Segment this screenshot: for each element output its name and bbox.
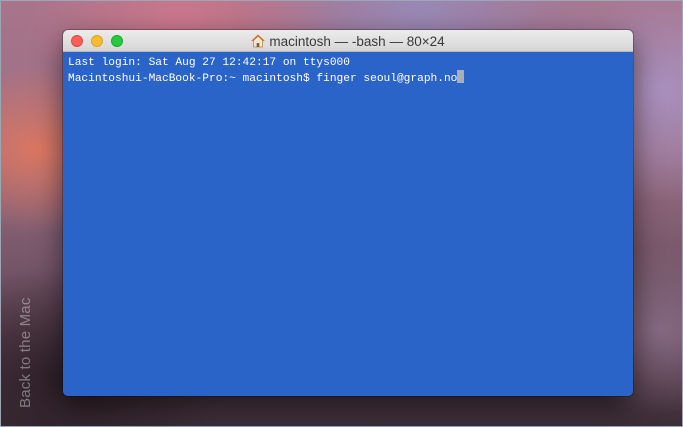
watermark-text: Back to the Mac [17, 297, 34, 408]
terminal-line-prompt[interactable]: Macintoshui-MacBook-Pro:~ macintosh$ fin… [68, 70, 628, 85]
terminal-command-text: Macintoshui-MacBook-Pro:~ macintosh$ fin… [68, 73, 458, 85]
window-titlebar[interactable]: macintosh — -bash — 80×24 [63, 30, 633, 52]
terminal-line-login: Last login: Sat Aug 27 12:42:17 on ttys0… [68, 57, 350, 69]
window-title: macintosh — -bash — 80×24 [269, 33, 445, 49]
home-icon [251, 34, 266, 48]
window-title-group: macintosh — -bash — 80×24 [63, 30, 633, 52]
terminal-content[interactable]: Last login: Sat Aug 27 12:42:17 on ttys0… [63, 52, 633, 396]
terminal-window[interactable]: macintosh — -bash — 80×24 Last login: Sa… [63, 30, 633, 396]
text-cursor [457, 70, 465, 83]
